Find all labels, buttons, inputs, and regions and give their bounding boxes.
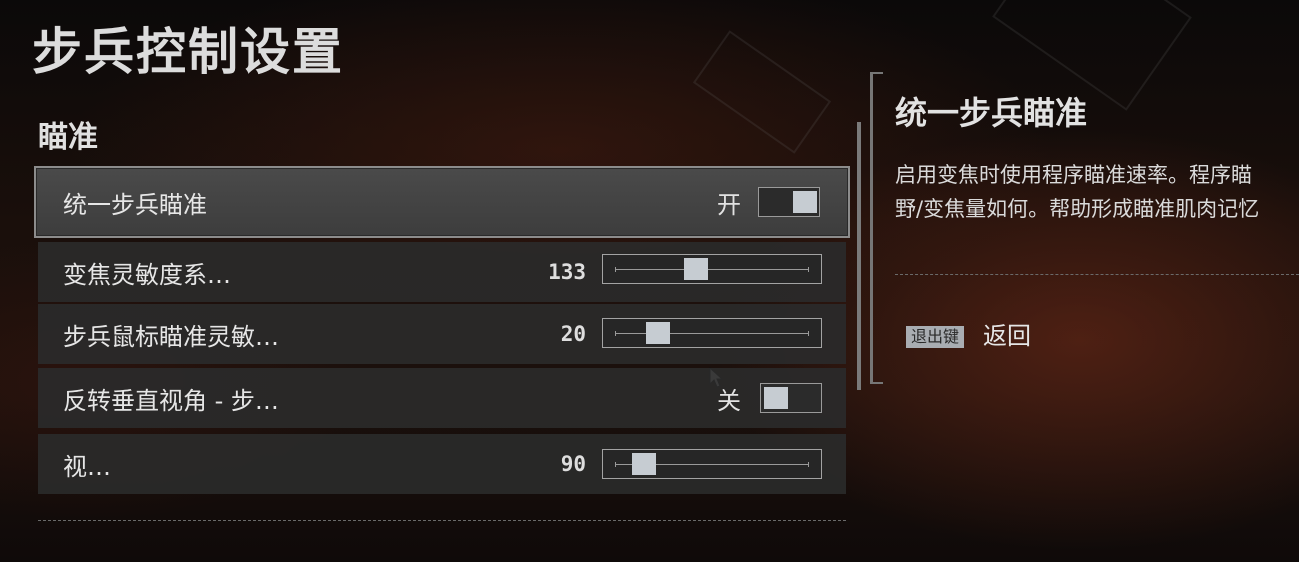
info-panel-title: 统一步兵瞄准	[895, 94, 1088, 132]
setting-label: 视…	[63, 452, 111, 481]
setting-value: 133	[548, 260, 586, 284]
sensitivity-slider[interactable]	[602, 254, 822, 284]
background-beam	[692, 30, 832, 154]
info-panel-divider	[895, 274, 1299, 275]
slider-tick	[808, 331, 809, 336]
scrollbar[interactable]	[857, 122, 861, 390]
setting-row-fov[interactable]: 视… 90	[38, 434, 846, 494]
setting-label: 变焦灵敏度系…	[63, 260, 231, 289]
back-button[interactable]: 返回	[983, 320, 1031, 352]
sensitivity-slider[interactable]	[602, 318, 822, 348]
toggle-switch[interactable]	[760, 383, 822, 413]
setting-value: 90	[560, 452, 586, 476]
setting-row-invert-vertical[interactable]: 反转垂直视角 - 步… 关	[38, 368, 846, 428]
description-line: 野/变焦量如何。帮助形成瞄准肌肉记忆	[895, 197, 1260, 221]
setting-label: 步兵鼠标瞄准灵敏…	[63, 322, 279, 351]
toggle-state-label: 开	[717, 190, 741, 219]
setting-row-mouse-aim-sensitivity[interactable]: 步兵鼠标瞄准灵敏… 20	[38, 304, 846, 364]
slider-track	[615, 269, 809, 270]
info-panel-description: 启用变焦时使用程序瞄准速率。程序瞄 野/变焦量如何。帮助形成瞄准肌肉记忆	[895, 158, 1299, 226]
slider-tick	[615, 267, 616, 272]
slider-thumb[interactable]	[646, 322, 670, 344]
page-title: 步兵控制设置	[32, 23, 344, 81]
info-panel-bracket	[870, 72, 883, 384]
list-divider	[38, 520, 846, 521]
toggle-switch[interactable]	[758, 187, 820, 217]
slider-tick	[808, 462, 809, 467]
slider-thumb[interactable]	[632, 453, 656, 475]
slider-tick	[808, 267, 809, 272]
section-title-aiming: 瞄准	[38, 120, 98, 155]
toggle-knob	[793, 191, 817, 213]
toggle-state-label: 关	[717, 386, 741, 415]
setting-row-zoom-sensitivity[interactable]: 变焦灵敏度系… 133	[38, 242, 846, 302]
slider-tick	[615, 462, 616, 467]
toggle-knob	[764, 387, 788, 409]
setting-value: 20	[560, 322, 586, 346]
slider-tick	[615, 331, 616, 336]
fov-slider[interactable]	[602, 449, 822, 479]
slider-track	[615, 333, 809, 334]
setting-label: 统一步兵瞄准	[63, 190, 207, 219]
setting-row-unified-aim[interactable]: 统一步兵瞄准 开	[34, 166, 850, 388]
escape-key-badge: 退出键	[906, 326, 965, 348]
setting-label: 反转垂直视角 - 步…	[63, 386, 279, 415]
slider-thumb[interactable]	[684, 258, 708, 280]
description-line: 启用变焦时使用程序瞄准速率。程序瞄	[895, 163, 1252, 187]
